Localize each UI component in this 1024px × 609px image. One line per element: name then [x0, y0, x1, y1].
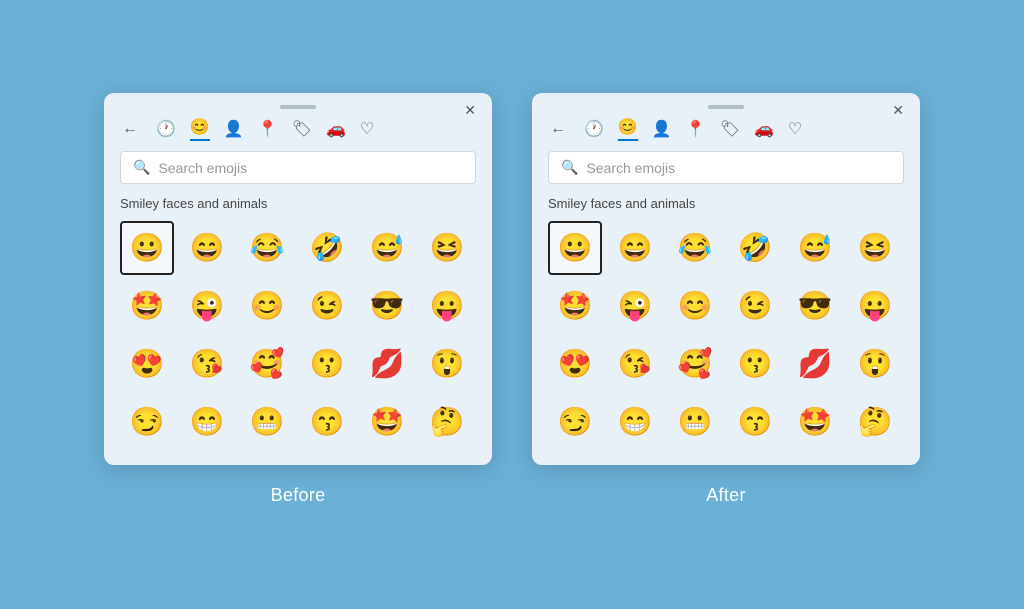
back-icon[interactable]: ←	[122, 120, 138, 138]
emoji-cell[interactable]: 😜	[608, 279, 662, 333]
emoji-cell[interactable]: 😉	[300, 279, 354, 333]
transport-icon[interactable]: 🚗	[754, 119, 774, 139]
after-label: After	[706, 485, 746, 506]
before-search-placeholder: Search emojis	[158, 160, 247, 176]
heart-icon[interactable]: ♡	[788, 119, 802, 139]
before-label: Before	[271, 485, 326, 506]
before-emoji-grid: 😀 😄 😂 🤣 😅 😆 🤩 😜 😊 😉 😎 😛 😍 😘 🥰 😗 💋 😲	[120, 221, 476, 449]
emoji-cell[interactable]: 😘	[180, 337, 234, 391]
recent-icon[interactable]: 🕐	[584, 119, 604, 139]
emoji-cell[interactable]: 🥰	[668, 337, 722, 391]
emoji-cell[interactable]: 😂	[668, 221, 722, 275]
comparison-panels: ✕ ← 🕐 😊 👤 📍 🏷 🚗 ♡ 🔍 Search emojis Smiley…	[104, 93, 920, 506]
emoji-cell[interactable]: 😄	[608, 221, 662, 275]
emoji-cell[interactable]: 😏	[120, 395, 174, 449]
smiley-icon[interactable]: 😊	[190, 117, 210, 141]
drag-handle	[708, 105, 744, 109]
emoji-cell[interactable]: 😊	[668, 279, 722, 333]
emoji-cell[interactable]: 😅	[788, 221, 842, 275]
emoji-cell[interactable]: 🤩	[548, 279, 602, 333]
emoji-cell[interactable]: 😘	[608, 337, 662, 391]
emoji-cell[interactable]: 🤣	[728, 221, 782, 275]
emoji-cell[interactable]: 😊	[240, 279, 294, 333]
emoji-cell[interactable]: 😅	[360, 221, 414, 275]
emoji-cell[interactable]: 😀	[548, 221, 602, 275]
emoji-cell[interactable]: 💋	[788, 337, 842, 391]
emoji-cell[interactable]: 😄	[180, 221, 234, 275]
emoji-cell[interactable]: 😗	[300, 337, 354, 391]
search-icon: 🔍	[133, 159, 150, 176]
emoji-cell[interactable]: 😙	[728, 395, 782, 449]
emoji-cell[interactable]: 💋	[360, 337, 414, 391]
emoji-cell[interactable]: 😗	[728, 337, 782, 391]
emoji-cell[interactable]: 😁	[608, 395, 662, 449]
after-emoji-picker: ✕ ← 🕐 😊 👤 📍 🏷 🚗 ♡ 🔍 Search emojis Smiley…	[532, 93, 920, 465]
emoji-cell[interactable]: 🤩	[360, 395, 414, 449]
emoji-cell[interactable]: 😀	[120, 221, 174, 275]
after-search-bar[interactable]: 🔍 Search emojis	[548, 151, 904, 184]
drag-handle	[280, 105, 316, 109]
emoji-cell[interactable]: 😂	[240, 221, 294, 275]
emoji-cell[interactable]: 😎	[360, 279, 414, 333]
after-section-title: Smiley faces and animals	[548, 196, 904, 211]
emoji-cell[interactable]: 🤔	[420, 395, 474, 449]
emoji-cell[interactable]: 🤩	[788, 395, 842, 449]
emoji-cell[interactable]: 😜	[180, 279, 234, 333]
emoji-cell[interactable]: 😛	[848, 279, 902, 333]
emoji-cell[interactable]: 😏	[548, 395, 602, 449]
search-icon: 🔍	[561, 159, 578, 176]
tag-icon[interactable]: 🏷	[292, 119, 312, 139]
emoji-cell[interactable]: 😆	[420, 221, 474, 275]
after-emoji-grid: 😀 😄 😂 🤣 😅 😆 🤩 😜 😊 😉 😎 😛 😍 😘 🥰 😗 💋 😲	[548, 221, 904, 449]
before-close-button[interactable]: ✕	[464, 103, 476, 117]
emoji-cell[interactable]: 🥰	[240, 337, 294, 391]
emoji-cell[interactable]: 🤩	[120, 279, 174, 333]
location-icon[interactable]: 📍	[258, 119, 278, 139]
before-panel-wrapper: ✕ ← 🕐 😊 👤 📍 🏷 🚗 ♡ 🔍 Search emojis Smiley…	[104, 93, 492, 506]
emoji-cell[interactable]: 😎	[788, 279, 842, 333]
before-search-bar[interactable]: 🔍 Search emojis	[120, 151, 476, 184]
after-nav: ← 🕐 😊 👤 📍 🏷 🚗 ♡	[548, 117, 904, 141]
before-emoji-picker: ✕ ← 🕐 😊 👤 📍 🏷 🚗 ♡ 🔍 Search emojis Smiley…	[104, 93, 492, 465]
smiley-icon[interactable]: 😊	[618, 117, 638, 141]
emoji-cell[interactable]: 🤔	[848, 395, 902, 449]
emoji-cell[interactable]: 😬	[240, 395, 294, 449]
back-icon[interactable]: ←	[550, 120, 566, 138]
emoji-cell[interactable]: 😉	[728, 279, 782, 333]
after-close-button[interactable]: ✕	[892, 103, 904, 117]
before-section-title: Smiley faces and animals	[120, 196, 476, 211]
emoji-cell[interactable]: 😆	[848, 221, 902, 275]
emoji-cell[interactable]: 😁	[180, 395, 234, 449]
heart-icon[interactable]: ♡	[360, 119, 374, 139]
emoji-cell[interactable]: 😲	[420, 337, 474, 391]
people-icon[interactable]: 👤	[652, 119, 672, 139]
tag-icon[interactable]: 🏷	[720, 119, 740, 139]
emoji-cell[interactable]: 😛	[420, 279, 474, 333]
transport-icon[interactable]: 🚗	[326, 119, 346, 139]
emoji-cell[interactable]: 🤣	[300, 221, 354, 275]
after-titlebar: ✕	[548, 105, 904, 109]
before-nav: ← 🕐 😊 👤 📍 🏷 🚗 ♡	[120, 117, 476, 141]
emoji-cell[interactable]: 😙	[300, 395, 354, 449]
location-icon[interactable]: 📍	[686, 119, 706, 139]
people-icon[interactable]: 👤	[224, 119, 244, 139]
emoji-cell[interactable]: 😍	[120, 337, 174, 391]
after-panel-wrapper: ✕ ← 🕐 😊 👤 📍 🏷 🚗 ♡ 🔍 Search emojis Smiley…	[532, 93, 920, 506]
after-search-placeholder: Search emojis	[586, 160, 675, 176]
recent-icon[interactable]: 🕐	[156, 119, 176, 139]
emoji-cell[interactable]: 😍	[548, 337, 602, 391]
emoji-cell[interactable]: 😬	[668, 395, 722, 449]
before-titlebar: ✕	[120, 105, 476, 109]
emoji-cell[interactable]: 😲	[848, 337, 902, 391]
